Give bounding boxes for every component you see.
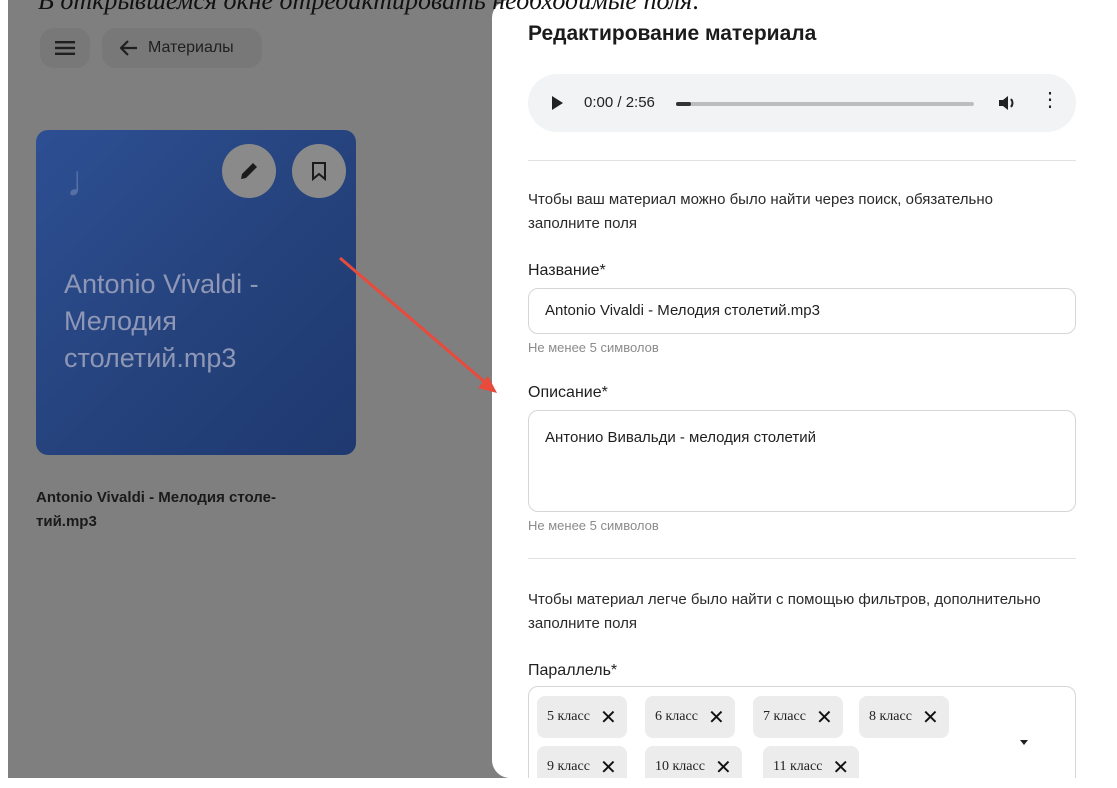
name-helper: Не менее 5 символов	[528, 340, 659, 355]
close-icon[interactable]: ✕	[708, 707, 725, 727]
back-label: Материалы	[148, 39, 234, 56]
dialog-title: Редактирование материала	[528, 22, 817, 45]
close-icon[interactable]: ✕	[922, 707, 939, 727]
name-input[interactable]: Antonio Vivaldi - Мелодия столетий.mp3	[528, 288, 1076, 334]
bookmark-icon	[312, 162, 326, 181]
chip-label: 6 класс	[655, 709, 698, 724]
chip-grade: 5 класс ✕	[537, 696, 627, 738]
chip-label: 9 класс	[547, 759, 590, 774]
more-vertical-icon[interactable]: ⋮	[1040, 90, 1060, 110]
caret-down-icon[interactable]	[1020, 740, 1028, 745]
pencil-icon	[241, 163, 257, 179]
page-margin	[0, 778, 1117, 788]
music-note-icon: ♩	[66, 157, 110, 206]
close-icon[interactable]: ✕	[816, 707, 833, 727]
hamburger-icon	[55, 41, 75, 55]
divider	[528, 160, 1076, 161]
chip-grade: 8 класс ✕	[859, 696, 949, 738]
chip-label: 7 класс	[763, 709, 806, 724]
description-textarea[interactable]: Антонио Вивальди - мелодия столетий	[528, 410, 1076, 512]
chip-grade: 9 класс ✕	[537, 746, 627, 778]
chip-label: 11 класс	[773, 759, 823, 774]
bookmark-button[interactable]	[292, 144, 346, 198]
material-card[interactable]: ♩ Antonio Vivaldi - Мелодия столетий.mp3	[36, 130, 356, 455]
chip-grade: 7 класс ✕	[753, 696, 843, 738]
filter-hint: Чтобы материал легче было найти с помощь…	[528, 591, 1041, 632]
page-margin	[0, 0, 8, 788]
instruction-caption: В открывшемся окне отредактировать необх…	[38, 0, 701, 15]
chip-grade: 6 класс ✕	[645, 696, 735, 738]
description-label: Описание*	[528, 384, 608, 401]
divider	[528, 558, 1076, 559]
name-label: Название*	[528, 262, 606, 279]
page-margin	[1088, 0, 1117, 788]
card-title: Antonio Vivaldi - Мелодия столетий.mp3	[64, 269, 259, 373]
close-icon[interactable]: ✕	[600, 757, 617, 777]
chip-label: 10 класс	[655, 759, 705, 774]
chip-label: 5 класс	[547, 709, 590, 724]
edit-material-dialog: Редактирование материала 0:00 / 2:56 ⋮ Ч…	[492, 0, 1088, 778]
player-timeline[interactable]	[676, 102, 974, 106]
edit-button[interactable]	[222, 144, 276, 198]
chip-grade: 11 класс ✕	[763, 746, 860, 778]
audio-player: 0:00 / 2:56 ⋮	[528, 74, 1076, 132]
parallel-label: Параллель*	[528, 662, 618, 679]
arrow-left-icon	[120, 40, 137, 56]
description-helper: Не менее 5 символов	[528, 518, 659, 533]
close-icon[interactable]: ✕	[600, 707, 617, 727]
player-progress	[676, 102, 691, 106]
chip-grade: 10 класс ✕	[645, 746, 742, 778]
search-hint: Чтобы ваш материал можно было найти чере…	[528, 191, 993, 232]
volume-icon[interactable]	[996, 92, 1018, 114]
play-icon[interactable]	[552, 96, 563, 110]
close-icon[interactable]: ✕	[715, 757, 732, 777]
chip-label: 8 класс	[869, 709, 912, 724]
card-caption[interactable]: Antonio Vivaldi - Мелодия столе-тий.mp3	[36, 486, 336, 534]
close-icon[interactable]: ✕	[832, 757, 849, 777]
back-button[interactable]: Материалы	[102, 28, 262, 68]
menu-button[interactable]	[40, 28, 90, 68]
player-time: 0:00 / 2:56	[584, 94, 655, 111]
